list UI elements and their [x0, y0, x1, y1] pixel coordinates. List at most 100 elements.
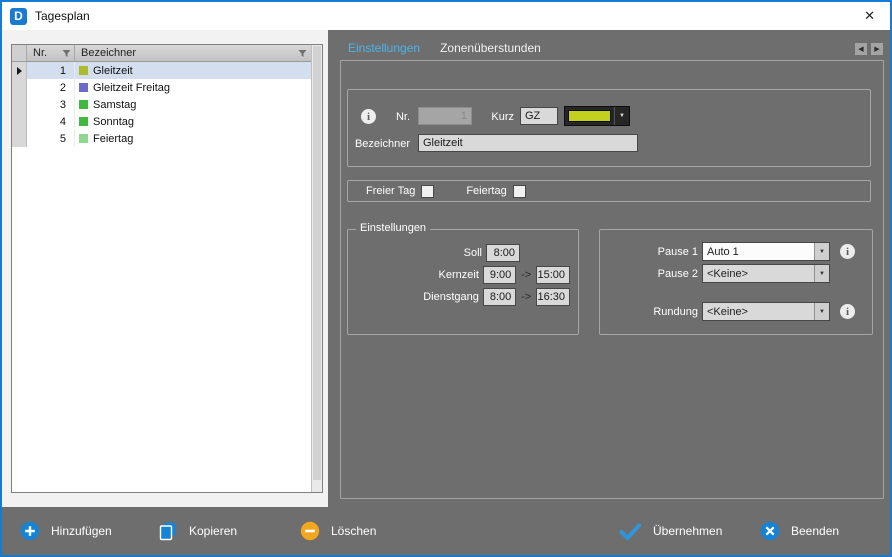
checkmark-icon	[618, 521, 642, 541]
dropdown-arrow-icon[interactable]: ▼	[814, 243, 829, 260]
nr-label: Nr.	[348, 111, 410, 123]
column-header-bezeichner[interactable]: Bezeichner	[75, 45, 311, 61]
row-selector	[12, 79, 27, 96]
row-color-swatch	[79, 83, 88, 92]
row-color-swatch	[79, 117, 88, 126]
bezeichner-input[interactable]: Gleitzeit	[418, 134, 638, 152]
close-icon[interactable]: ✕	[857, 6, 882, 26]
tab-einstellungen[interactable]: Einstellungen	[348, 41, 420, 61]
row-color-swatch	[79, 66, 88, 75]
table-row[interactable]: 2 Gleitzeit Freitag	[12, 79, 311, 96]
left-pane: Nr. Bezeichner 1 Gleitzeit	[2, 30, 328, 507]
table-scrollbar[interactable]	[311, 45, 322, 492]
info-icon[interactable]: i	[840, 244, 855, 259]
row-selector	[12, 130, 27, 147]
hinzufuegen-label: Hinzufügen	[51, 524, 112, 538]
next-record-icon[interactable]: ▶	[870, 42, 884, 56]
header-gutter	[12, 45, 27, 61]
rundung-value: <Keine>	[707, 306, 748, 318]
loeschen-button[interactable]: Löschen	[300, 521, 376, 541]
row-name: Samstag	[93, 99, 136, 111]
column-header-nr[interactable]: Nr.	[27, 45, 75, 61]
row-name: Gleitzeit	[93, 65, 133, 77]
dienstgang-bis-input[interactable]: 16:30	[536, 288, 570, 306]
identity-group: i Nr. 1 Kurz GZ ▼ Bezeichner Gleitzeit	[347, 89, 871, 167]
soll-label: Soll	[356, 247, 482, 259]
range-arrow: ->	[520, 291, 532, 303]
beenden-label: Beenden	[791, 524, 839, 538]
row-name: Feiertag	[93, 133, 133, 145]
pause2-label: Pause 2	[608, 268, 698, 280]
kernzeit-row: Kernzeit 9:00 -> 15:00	[356, 266, 570, 284]
record-navigation: ◀ ▶	[854, 42, 884, 56]
row-nr: 1	[27, 62, 75, 79]
kurz-input[interactable]: GZ	[520, 107, 558, 125]
rundung-dropdown[interactable]: <Keine> ▼	[702, 302, 830, 321]
column-nr-label: Nr.	[33, 47, 47, 59]
pausen-group: Pause 1 Auto 1 ▼ i Pause 2 <Keine> ▼	[599, 229, 873, 335]
table-row[interactable]: 4 Sonntag	[12, 113, 311, 130]
row-nr: 5	[27, 130, 75, 147]
beenden-button[interactable]: Beenden	[760, 521, 839, 541]
dienstgang-label: Dienstgang	[356, 291, 479, 303]
filter-icon[interactable]	[298, 49, 307, 58]
pause2-row: Pause 2 <Keine> ▼	[608, 264, 830, 283]
content-area: Nr. Bezeichner 1 Gleitzeit	[2, 30, 890, 507]
kurz-label: Kurz	[452, 111, 514, 123]
right-pane: Einstellungen Zonenüberstunden ◀ ▶ i Nr.…	[328, 30, 890, 507]
filter-icon[interactable]	[62, 49, 71, 58]
tab-bar: Einstellungen Zonenüberstunden	[348, 41, 541, 61]
color-dropdown-icon[interactable]: ▼	[614, 107, 629, 125]
table-row[interactable]: 3 Samstag	[12, 96, 311, 113]
dropdown-arrow-icon[interactable]: ▼	[814, 303, 829, 320]
row-selector	[12, 96, 27, 113]
tab-zonenueberstunden[interactable]: Zonenüberstunden	[440, 41, 541, 61]
pause1-value: Auto 1	[707, 246, 739, 258]
dropdown-arrow-icon[interactable]: ▼	[814, 265, 829, 282]
prev-record-icon[interactable]: ◀	[854, 42, 868, 56]
bezeichner-label: Bezeichner	[348, 138, 410, 150]
row-nr: 4	[27, 113, 75, 130]
soll-input[interactable]: 8:00	[486, 244, 520, 262]
loeschen-label: Löschen	[331, 524, 376, 538]
scrollbar-thumb[interactable]	[313, 46, 321, 480]
row-selector	[12, 62, 27, 79]
feiertag-label: Feiertag	[466, 185, 506, 197]
uebernehmen-button[interactable]: Übernehmen	[618, 521, 722, 541]
row-name: Sonntag	[93, 116, 134, 128]
plus-circle-icon	[20, 521, 40, 541]
table-header: Nr. Bezeichner	[12, 45, 311, 62]
uebernehmen-label: Übernehmen	[653, 524, 722, 538]
freier-tag-label: Freier Tag	[366, 185, 415, 197]
info-icon[interactable]: i	[840, 304, 855, 319]
pause2-dropdown[interactable]: <Keine> ▼	[702, 264, 830, 283]
feiertag-checkbox[interactable]	[513, 185, 526, 198]
dienstgang-von-input[interactable]: 8:00	[483, 288, 516, 306]
selected-row-arrow-icon	[17, 67, 22, 75]
freier-tag-checkbox[interactable]	[421, 185, 434, 198]
einstellungen-group: Einstellungen Soll 8:00 Kernzeit 9:00 ->…	[347, 229, 579, 335]
range-arrow: ->	[520, 269, 532, 281]
rundung-label: Rundung	[608, 306, 698, 318]
einstellungen-group-title: Einstellungen	[356, 222, 430, 234]
window-title: Tagesplan	[35, 9, 90, 23]
table-row[interactable]: 5 Feiertag	[12, 130, 311, 147]
kopieren-button[interactable]: Kopieren	[158, 521, 237, 541]
kopieren-label: Kopieren	[189, 524, 237, 538]
kernzeit-label: Kernzeit	[356, 269, 479, 281]
row-color-swatch	[79, 134, 88, 143]
tagesplan-window: D Tagesplan ✕ Nr. Bezeichner	[0, 0, 892, 557]
pause1-row: Pause 1 Auto 1 ▼ i	[608, 242, 855, 261]
row-selector	[12, 113, 27, 130]
table-row[interactable]: 1 Gleitzeit	[12, 62, 311, 79]
color-picker[interactable]: ▼	[564, 106, 630, 126]
hinzufuegen-button[interactable]: Hinzufügen	[20, 521, 112, 541]
kernzeit-bis-input[interactable]: 15:00	[536, 266, 570, 284]
soll-row: Soll 8:00	[356, 244, 570, 262]
tagesplan-table: Nr. Bezeichner 1 Gleitzeit	[11, 44, 323, 493]
footer-bar: Hinzufügen Kopieren Löschen Übernehmen B…	[2, 507, 890, 555]
kernzeit-von-input[interactable]: 9:00	[483, 266, 516, 284]
pause1-dropdown[interactable]: Auto 1 ▼	[702, 242, 830, 261]
minus-circle-icon	[300, 521, 320, 541]
rundung-row: Rundung <Keine> ▼ i	[608, 302, 855, 321]
